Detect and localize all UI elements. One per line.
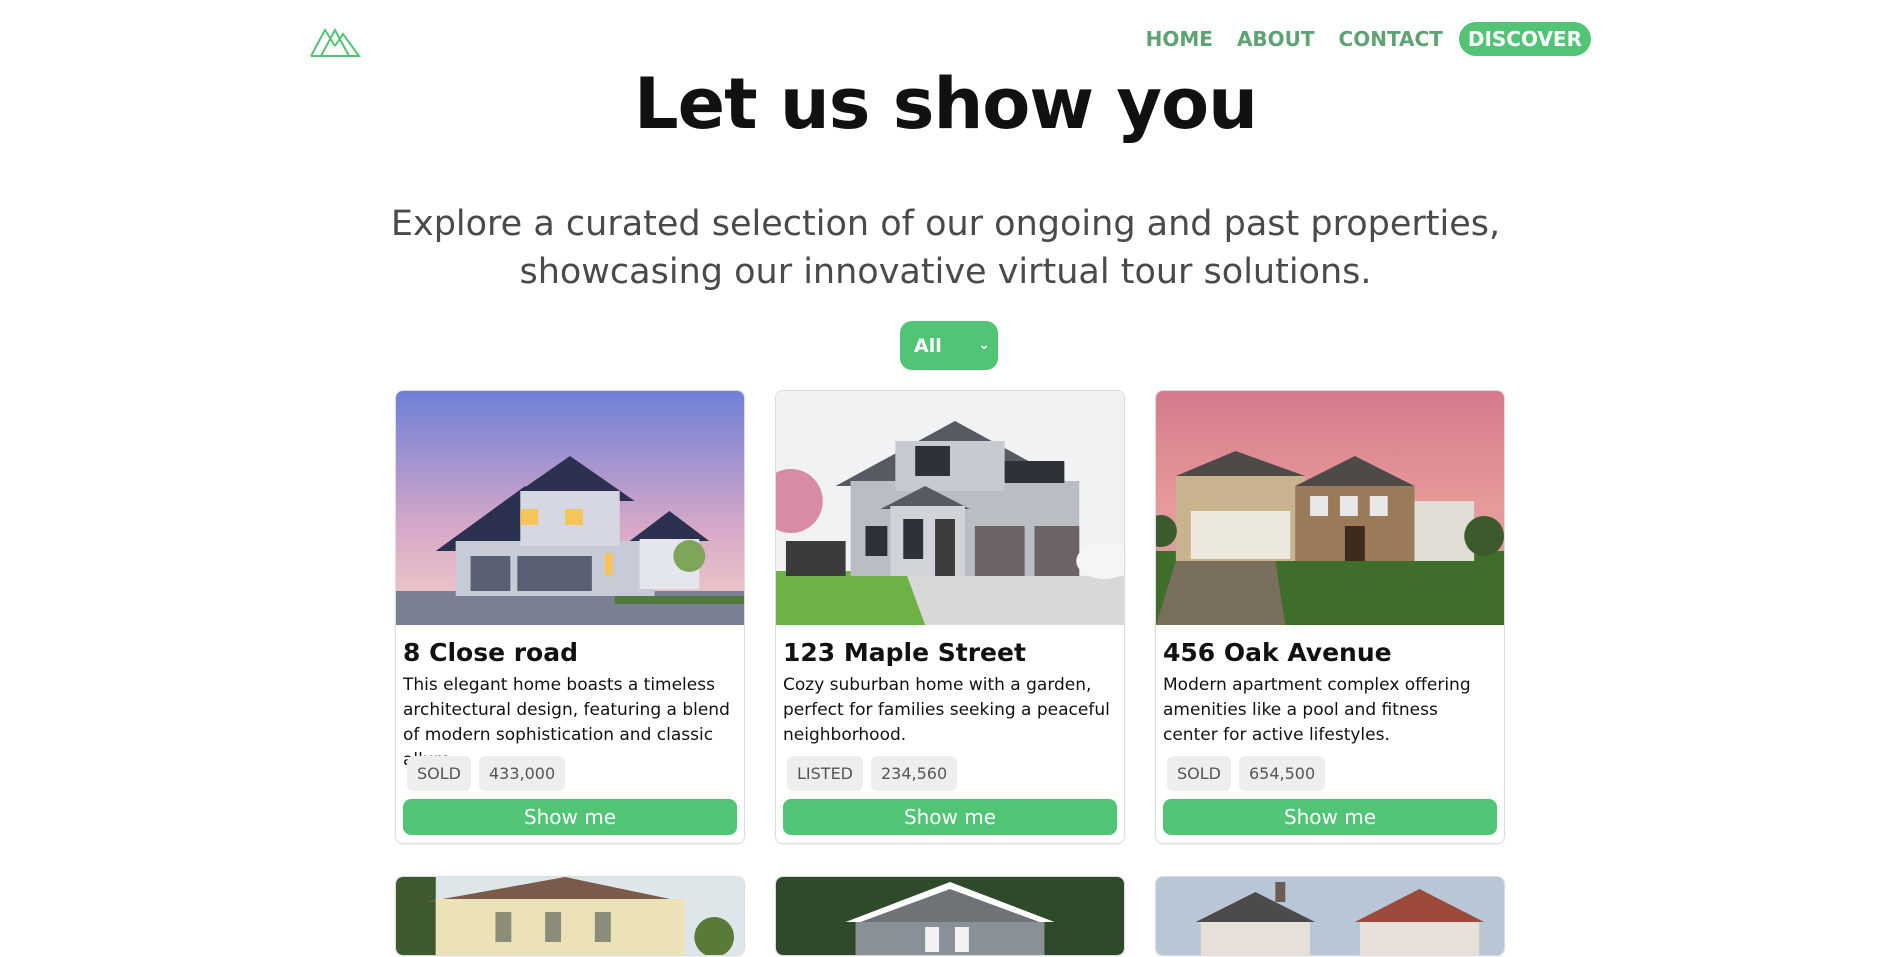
- property-image: [1156, 877, 1504, 955]
- property-image: [776, 391, 1124, 625]
- status-badge: LISTED: [787, 756, 863, 791]
- show-me-button[interactable]: Show me: [783, 799, 1117, 835]
- card-body: 123 Maple Street Cozy suburban home with…: [776, 625, 1124, 843]
- chevron-down-icon: ⌄: [978, 337, 990, 353]
- nav-home-link[interactable]: HOME: [1146, 27, 1213, 51]
- property-description: Cozy suburban home with a garden, perfec…: [783, 675, 1110, 745]
- property-card: 8 Close road This elegant home boasts a …: [395, 390, 745, 844]
- filter-selected-value: All: [914, 334, 942, 357]
- show-me-button[interactable]: Show me: [403, 799, 737, 835]
- show-me-button[interactable]: Show me: [1163, 799, 1497, 835]
- property-title: 123 Maple Street: [783, 638, 1026, 667]
- property-title: 456 Oak Avenue: [1163, 638, 1392, 667]
- property-description: Modern apartment complex offering amenit…: [1163, 675, 1471, 745]
- card-body: 456 Oak Avenue Modern apartment complex …: [1156, 625, 1504, 843]
- mountain-logo-icon[interactable]: [309, 24, 361, 58]
- status-badge: SOLD: [407, 756, 471, 791]
- top-navigation: HOME ABOUT CONTACT DISCOVER: [0, 0, 1891, 80]
- property-grid: 8 Close road This elegant home boasts a …: [395, 390, 1506, 956]
- price-badge: 433,000: [478, 756, 566, 791]
- property-badges: SOLD 654,500: [1167, 756, 1497, 791]
- nav-about-link[interactable]: ABOUT: [1237, 27, 1315, 51]
- property-card: [1155, 876, 1505, 956]
- card-body: 8 Close road This elegant home boasts a …: [396, 625, 744, 843]
- nav-contact-link[interactable]: CONTACT: [1339, 27, 1443, 51]
- price-badge: 654,500: [1238, 756, 1326, 791]
- property-card: 123 Maple Street Cozy suburban home with…: [775, 390, 1125, 844]
- property-image: [396, 877, 744, 955]
- property-badges: LISTED 234,560: [787, 756, 1117, 791]
- property-card: [775, 876, 1125, 956]
- property-title: 8 Close road: [403, 638, 578, 667]
- hero-subtitle: Explore a curated selection of our ongoi…: [390, 204, 1501, 292]
- property-image: [396, 391, 744, 625]
- property-filter-select[interactable]: All ⌄: [900, 321, 998, 370]
- property-description: This elegant home boasts a timeless arch…: [403, 675, 730, 770]
- property-image: [776, 877, 1124, 955]
- price-badge: 234,560: [871, 756, 958, 791]
- nav-discover-button[interactable]: DISCOVER: [1458, 22, 1591, 56]
- property-card: [395, 876, 745, 956]
- property-badges: SOLD 433,000: [407, 756, 737, 791]
- property-card: 456 Oak Avenue Modern apartment complex …: [1155, 390, 1505, 844]
- nav-links: HOME ABOUT CONTACT DISCOVER: [1146, 22, 1591, 56]
- status-badge: SOLD: [1167, 756, 1231, 791]
- property-image: [1156, 391, 1504, 625]
